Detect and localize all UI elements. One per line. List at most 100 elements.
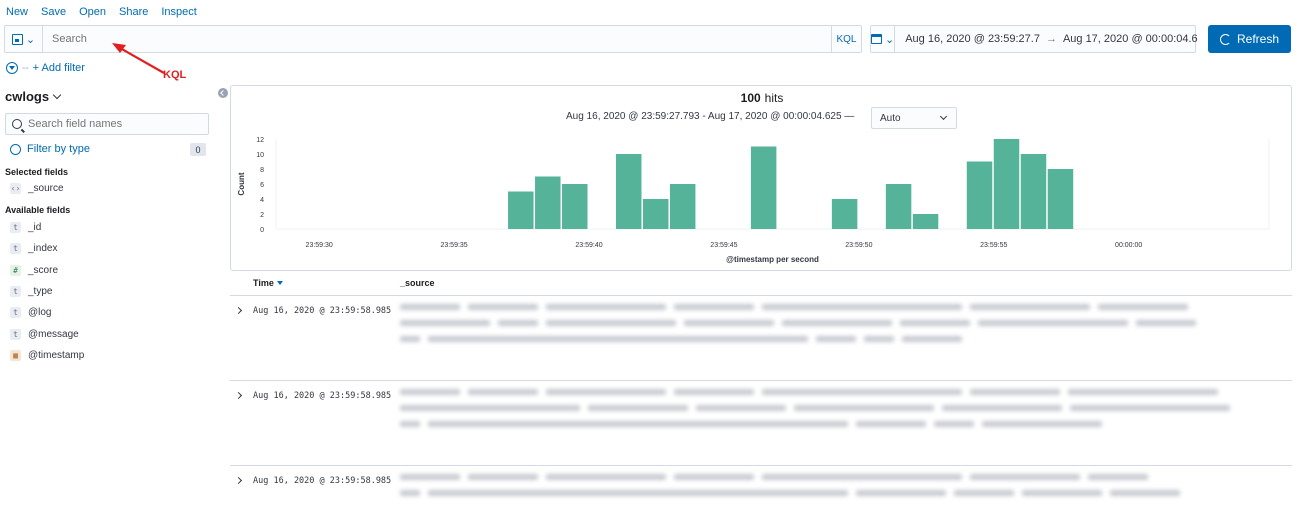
interval-select[interactable]: Auto: [871, 107, 957, 129]
field-name: _source: [28, 183, 64, 194]
filter-count-badge: 0: [190, 143, 206, 156]
chevron-down-icon: ⌄: [885, 33, 895, 46]
filter-by-type-label: Filter by type: [27, 143, 90, 155]
new-link[interactable]: New: [6, 6, 28, 18]
calendar-icon: [871, 34, 882, 44]
y-tick-label: 4: [260, 197, 264, 204]
field-name: @timestamp: [28, 349, 85, 361]
x-tick-label: 00:00:00: [1115, 242, 1142, 249]
field-name: _id: [28, 222, 42, 233]
x-tick-label: 23:59:40: [575, 242, 602, 249]
chevron-right-icon[interactable]: [234, 476, 243, 485]
share-link[interactable]: Share: [119, 6, 148, 18]
histogram-bar: [562, 184, 588, 229]
table-row[interactable]: Aug 16, 2020 @ 23:59:58.985: [230, 380, 1292, 465]
end-date[interactable]: Aug 17, 2020 @ 00:00:04.6: [1063, 33, 1198, 45]
table-row[interactable]: Aug 16, 2020 @ 23:59:58.985: [230, 465, 1292, 514]
chevron-right-icon[interactable]: [234, 391, 243, 400]
histogram-bar: [508, 191, 534, 229]
string-type-icon: t: [10, 222, 21, 233]
field-name: _score: [28, 264, 59, 276]
search-icon: [12, 119, 22, 129]
field-item[interactable]: t @message: [10, 328, 79, 340]
string-type-icon: t: [10, 328, 21, 340]
calendar-icon: ▦: [10, 349, 21, 361]
chevron-down-icon: ⌄: [25, 33, 36, 46]
x-tick-label: 23:59:35: [440, 242, 467, 249]
arrow-right-icon: →: [1045, 33, 1057, 45]
histogram-bar: [966, 161, 993, 229]
filter-divider: --: [22, 62, 29, 74]
selected-fields-heading: Selected fields: [5, 167, 69, 177]
row-source-blurred: [400, 389, 1280, 437]
date-picker: ⌄ Aug 16, 2020 @ 23:59:27.7 → Aug 17, 20…: [870, 25, 1198, 53]
field-name: @log: [28, 307, 52, 319]
histogram-bar: [993, 139, 1020, 229]
string-type-icon: t: [10, 243, 21, 255]
row-source-blurred: [400, 474, 1280, 506]
table-row[interactable]: Aug 16, 2020 @ 23:59:58.985: [230, 295, 1292, 380]
histogram-bar: [831, 199, 858, 229]
histogram-panel: 100 hits Aug 16, 2020 @ 23:59:27.793 - Au…: [230, 85, 1292, 271]
refresh-label: Refresh: [1236, 32, 1280, 46]
y-tick-label: 0: [260, 227, 264, 234]
refresh-icon: [1219, 33, 1231, 45]
chevron-down-icon: [52, 90, 62, 100]
save-icon: [11, 33, 23, 45]
hits-count: 100 hits: [231, 91, 1293, 105]
row-source-blurred: [400, 304, 1280, 352]
histogram-chart: 0 2 4 6 8 10 12 23:59:30 23:59:35 23:59:40 23:59:4…: [237, 137, 1270, 264]
quick-menu-button[interactable]: ⌄: [871, 26, 896, 52]
field-name: _type: [28, 285, 53, 297]
number-type-icon: #: [10, 264, 21, 276]
kql-language-toggle[interactable]: KQL: [831, 26, 861, 52]
filter-bar: -- + Add filter: [6, 60, 85, 76]
save-link[interactable]: Save: [41, 6, 66, 18]
field-item[interactable]: t _type: [10, 285, 53, 297]
hits-number: 100: [740, 91, 761, 105]
refresh-button[interactable]: Refresh: [1208, 25, 1291, 53]
x-tick-label: 23:59:45: [710, 242, 737, 249]
hits-label: hits: [764, 91, 784, 105]
row-timestamp: Aug 16, 2020 @ 23:59:58.985: [253, 306, 392, 316]
filter-icon: [10, 143, 21, 155]
field-search-input[interactable]: [28, 118, 198, 130]
index-pattern-selector[interactable]: cwlogs: [5, 89, 62, 104]
string-type-icon: t: [10, 307, 21, 319]
row-timestamp: Aug 16, 2020 @ 23:59:58.985: [253, 476, 392, 486]
x-tick-label: 23:59:50: [845, 242, 872, 249]
code-icon: ‹›: [10, 183, 21, 194]
y-tick-label: 12: [256, 137, 264, 144]
top-nav-menu: New Save Open Share Inspect: [0, 0, 1300, 24]
field-search: [5, 113, 209, 135]
filter-by-type-button[interactable]: Filter by type: [10, 143, 90, 155]
y-tick-label: 2: [260, 212, 264, 219]
string-type-icon: t: [10, 285, 21, 297]
add-filter-button[interactable]: + Add filter: [33, 62, 85, 74]
saved-query-button[interactable]: ⌄: [5, 26, 43, 52]
histogram-bar: [669, 184, 696, 229]
y-tick-label: 6: [260, 182, 264, 189]
field-item[interactable]: ▦ @timestamp: [10, 349, 85, 361]
field-item[interactable]: t @log: [10, 307, 52, 319]
chevron-right-icon[interactable]: [234, 306, 243, 315]
filter-icon[interactable]: [6, 62, 18, 74]
open-link[interactable]: Open: [79, 6, 106, 18]
chevron-down-icon: [939, 112, 948, 121]
field-item[interactable]: t _id: [10, 222, 41, 233]
field-sidebar: cwlogs Filter by type 0 Selected fields …: [0, 85, 216, 514]
index-pattern-name: cwlogs: [5, 89, 50, 104]
histogram-bar: [750, 146, 777, 229]
annotation-arrow-icon: [112, 43, 165, 74]
start-date[interactable]: Aug 16, 2020 @ 23:59:27.7: [905, 33, 1040, 45]
inspect-link[interactable]: Inspect: [161, 6, 196, 18]
time-column-header[interactable]: Time: [253, 278, 283, 288]
field-item[interactable]: t _index: [10, 243, 58, 255]
histogram-bar: [642, 199, 669, 229]
field-item[interactable]: # _score: [10, 264, 59, 276]
date-range: Aug 16, 2020 @ 23:59:27.7 → Aug 17, 2020…: [895, 33, 1197, 45]
histogram-bar: [615, 154, 642, 229]
collapse-sidebar-icon[interactable]: [218, 88, 228, 98]
field-item[interactable]: ‹› _source: [10, 183, 64, 194]
field-name: _index: [28, 243, 58, 255]
